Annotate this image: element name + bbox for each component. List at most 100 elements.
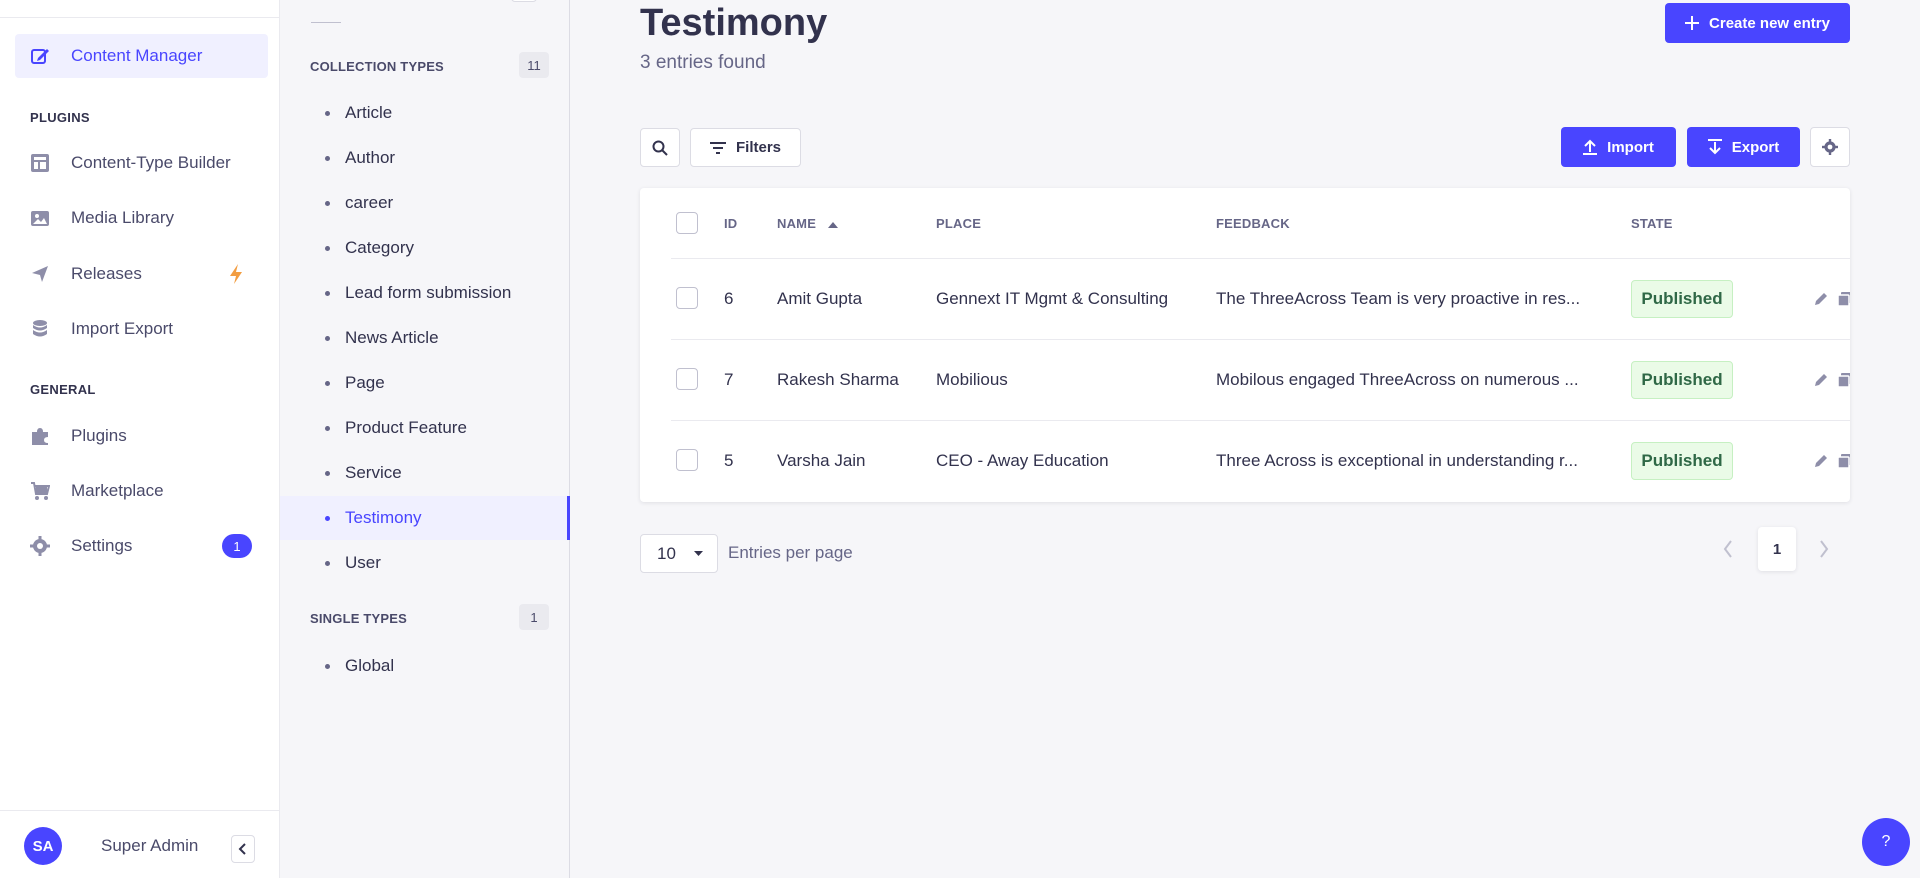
column-header-place[interactable]: PLACE [936,216,981,231]
edit-icon [1815,374,1827,386]
row-checkbox[interactable] [676,287,698,309]
chevron-left-icon [238,843,246,855]
subnav-item-testimony[interactable]: Testimony [280,496,570,540]
subnav-item-news-article[interactable]: News Article [280,316,570,360]
row-checkbox[interactable] [676,449,698,471]
button-label: Filters [735,139,781,156]
collection-types-count: 11 [519,52,549,78]
help-button[interactable]: ? [1862,818,1910,866]
column-header-feedback[interactable]: FEEDBACK [1216,216,1290,231]
sort-up-icon [827,222,838,228]
button-label: Export [1731,138,1780,156]
single-types-heading[interactable]: SINGLE TYPES [310,611,407,626]
cell-feedback: Mobilous engaged ThreeAcross on numerous… [1216,370,1579,389]
subnav-item-service[interactable]: Service [280,451,570,495]
nav-plugins[interactable]: Plugins [15,414,268,458]
entries-per-page-select[interactable]: 10 [640,534,718,573]
column-header-name[interactable]: NAME [777,216,838,231]
edit-button[interactable] [1811,451,1831,471]
nav-settings[interactable]: Settings 1 [15,524,268,568]
cart-icon [29,480,51,502]
next-page-button[interactable] [1814,537,1834,561]
previous-page-button[interactable] [1718,537,1738,561]
single-types-count: 1 [519,604,549,630]
entries-per-page-label: Entries per page [728,543,853,562]
filter-icon [709,141,726,154]
cell-place: Gennext IT Mgmt & Consulting [936,289,1169,308]
collection-types-heading[interactable]: COLLECTION TYPES [310,59,444,74]
duplicate-icon [1837,292,1850,307]
status-badge: Published [1631,442,1733,480]
gear-icon [29,535,51,557]
subnav-item-page[interactable]: Page [280,361,570,405]
nav-media-library[interactable]: Media Library [15,196,268,240]
export-button[interactable]: Export [1687,127,1800,167]
subnav-item-user[interactable]: User [280,541,570,585]
status-badge: Published [1631,361,1733,399]
cell-feedback: Three Across is exceptional in understan… [1216,451,1578,470]
edit-button[interactable] [1811,370,1831,390]
chevron-right-icon [1820,540,1829,558]
image-icon [29,207,51,229]
section-heading-general: GENERAL [30,382,96,397]
edit-icon [1815,455,1827,467]
row-checkbox[interactable] [676,368,698,390]
filters-button[interactable]: Filters [690,128,801,167]
duplicate-button[interactable] [1835,289,1850,309]
nav-content-manager[interactable]: Content Manager [15,34,268,78]
bullet [325,290,330,296]
nav-label: Plugins [71,426,127,445]
view-settings-button[interactable] [1810,127,1850,167]
paper-plane-icon [29,263,51,285]
cell-place: CEO - Away Education [936,451,1109,470]
bullet [325,245,330,251]
download-icon [1707,139,1722,155]
create-new-entry-button[interactable]: Create new entry [1665,3,1850,43]
search-icon [652,140,668,156]
cell-feedback: The ThreeAcross Team is very proactive i… [1216,289,1581,308]
subnav-item-product-feature[interactable]: Product Feature [280,406,570,450]
subnav-item-global[interactable]: Global [280,644,570,688]
bullet [325,425,330,431]
edit-icon [1815,293,1827,305]
edit-button[interactable] [1811,289,1831,309]
duplicate-button[interactable] [1835,370,1850,390]
upload-icon [1583,139,1598,155]
subnav-item-label: Product Feature [345,418,467,437]
subnav-item-category[interactable]: Category [280,226,570,270]
cell-id: 5 [724,451,734,470]
table-row[interactable]: 6 Amit Gupta Gennext IT Mgmt & Consulting T… [671,258,1850,339]
puzzle-icon [29,425,51,447]
main-navigation: Content Manager PLUGINS Content-Type Bui… [0,0,280,878]
bullet [325,663,330,669]
content-manager-subnav: COLLECTION TYPES 11 Article Author career C… [280,0,570,878]
subnav-item-label: Category [345,238,414,257]
subnav-search-toggle[interactable] [511,0,537,2]
plus-icon [1685,16,1700,30]
subnav-item-label: Testimony [345,508,422,527]
notification-badge: 1 [222,534,252,558]
page-1-button[interactable]: 1 [1758,527,1796,571]
page-title: Testimony [640,2,828,44]
table-row[interactable]: 5 Varsha Jain CEO - Away Education Three Ac… [671,420,1850,501]
subnav-item-article[interactable]: Article [280,91,570,135]
collapse-nav-button[interactable] [231,835,255,863]
nav-import-export[interactable]: Import Export [15,307,268,351]
table-row[interactable]: 7 Rakesh Sharma Mobilious Mobilous engaged … [671,339,1850,420]
import-button[interactable]: Import [1561,127,1676,167]
nav-marketplace[interactable]: Marketplace [15,469,268,513]
subnav-item-lead-form-submission[interactable]: Lead form submission [280,271,570,315]
nav-content-type-builder[interactable]: Content-Type Builder [15,141,268,185]
nav-label: Content Manager [71,46,203,65]
column-header-id[interactable]: ID [724,216,737,231]
nav-releases[interactable]: Releases [15,252,268,296]
nav-label: Import Export [71,319,174,338]
search-button[interactable] [640,128,680,167]
bullet [325,200,330,206]
duplicate-button[interactable] [1835,451,1850,471]
subnav-item-career[interactable]: career [280,181,570,225]
column-header-state[interactable]: STATE [1631,216,1673,231]
subnav-item-author[interactable]: Author [280,136,570,180]
select-all-checkbox[interactable] [676,212,698,234]
button-label: Create new entry [1709,14,1830,32]
